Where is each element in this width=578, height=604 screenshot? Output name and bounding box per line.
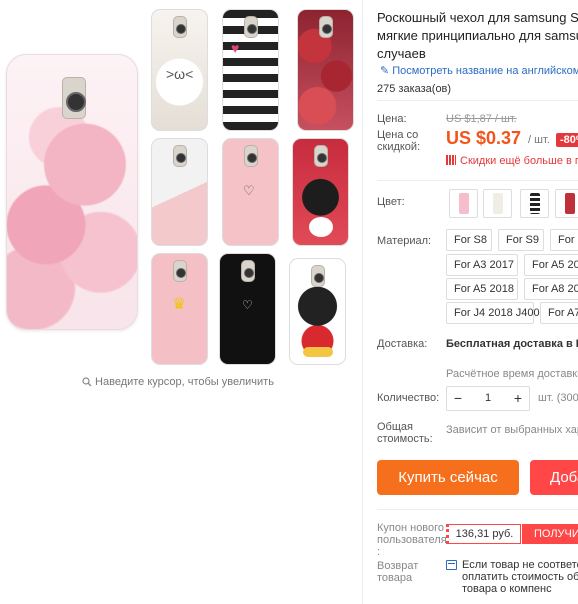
material-option[interactable]: For A5 2018 xyxy=(446,278,518,300)
material-option[interactable]: For S xyxy=(550,229,578,251)
camera-module xyxy=(173,260,187,282)
material-option[interactable]: For A8 2018 xyxy=(524,278,578,300)
orders-count: 275 заказа(ов) xyxy=(377,83,452,95)
document-icon xyxy=(446,560,457,570)
discount-price-label-text: Цена со скидкой: xyxy=(377,129,421,153)
thumbnail-minnie[interactable] xyxy=(292,138,349,246)
promo-link-text: Скидки ещё больше в пр xyxy=(460,155,578,167)
camera-module xyxy=(244,145,258,167)
color-swatch-cat[interactable] xyxy=(483,189,512,218)
divider xyxy=(377,100,578,101)
material-option[interactable]: For S9 xyxy=(498,229,544,251)
thumbnail-marble-pink[interactable] xyxy=(151,138,208,246)
current-price: US $0.37 xyxy=(446,128,522,148)
shipping-time: Расчётное время доставки: 2 xyxy=(446,368,578,380)
total-value: Зависит от выбранных хара xyxy=(446,424,578,436)
get-coupon-button[interactable]: ПОЛУЧИ xyxy=(522,524,578,544)
increase-button[interactable]: + xyxy=(507,387,529,410)
add-to-cart-button[interactable]: Доба xyxy=(530,460,578,495)
material-option[interactable]: For A7 xyxy=(540,302,578,324)
divider xyxy=(377,180,578,181)
return-text-line: товара о компенс xyxy=(462,583,552,595)
thumbnail-roses[interactable] xyxy=(297,9,354,131)
camera-module xyxy=(314,145,328,167)
color-swatch-roses[interactable] xyxy=(555,189,578,218)
camera-module xyxy=(62,77,86,119)
search-icon xyxy=(82,377,92,387)
color-swatch-stripes[interactable] xyxy=(520,189,549,218)
qr-code-icon xyxy=(446,155,456,165)
thumbnail-pink-crown[interactable] xyxy=(151,253,208,365)
camera-module xyxy=(173,16,187,38)
camera-module xyxy=(311,265,325,287)
thumbnail-black-heart[interactable] xyxy=(219,253,276,365)
material-option[interactable]: For A5 2017 xyxy=(524,254,578,276)
stock-info: шт. (300 ш xyxy=(538,392,578,404)
return-text-line: оплатить стоимость обрат xyxy=(462,571,578,583)
shipping-label: Доставка: xyxy=(377,338,428,350)
divider xyxy=(377,509,578,510)
shipping-value[interactable]: Бесплатная доставка в Rus xyxy=(446,338,578,350)
camera-module xyxy=(319,16,333,38)
coupon-label-text: Купон нового пользователя : xyxy=(377,522,447,558)
translate-icon: ✎ xyxy=(380,65,390,77)
camera-module xyxy=(173,145,187,167)
material-label: Материал: xyxy=(377,235,432,247)
decrease-button[interactable]: − xyxy=(447,387,469,410)
price-unit: / шт. xyxy=(528,134,550,146)
product-title: Роскошный чехол для samsung S7 мягкие пр… xyxy=(377,10,578,61)
material-option[interactable]: For J4 2018 J400 xyxy=(446,302,540,324)
old-price: US $1,87 / шт. xyxy=(446,113,517,125)
return-text: Если товар не соответств оплатить стоимо… xyxy=(462,559,578,595)
price-label: Цена: xyxy=(377,113,407,125)
translate-link-text: Посмотреть название на английском xyxy=(392,65,578,77)
column-divider xyxy=(362,0,363,604)
material-option[interactable]: For A3 2017 xyxy=(446,254,518,276)
main-product-image[interactable] xyxy=(6,54,138,330)
total-label-text: Общая стоимость: xyxy=(377,421,433,445)
translate-link[interactable]: ✎ Посмотреть название на английском xyxy=(380,64,578,77)
coupon-amount: 136,31 руб. xyxy=(446,524,521,544)
promo-link[interactable]: Скидки ещё больше в пр xyxy=(446,155,578,167)
color-swatch-pink[interactable] xyxy=(449,189,478,218)
coupon-label: Купон нового пользователя : xyxy=(377,522,447,558)
zoom-hint-text: Наведите курсор, чтобы увеличить xyxy=(95,376,274,388)
buy-now-button[interactable]: Купить сейчас xyxy=(377,460,519,495)
return-label: Возврат товара xyxy=(377,560,427,584)
return-text-line: Если товар не соответств xyxy=(462,559,578,571)
total-label: Общая стоимость: xyxy=(377,421,433,445)
discount-price-label: Цена со скидкой: xyxy=(377,129,433,153)
quantity-input[interactable]: 1 xyxy=(469,387,507,410)
thumbnail-mickey[interactable] xyxy=(289,258,346,365)
camera-module xyxy=(241,260,255,282)
zoom-hint: Наведите курсор, чтобы увеличить xyxy=(0,376,356,388)
thumbnail-pink-heart[interactable] xyxy=(222,138,279,246)
color-label: Цвет: xyxy=(377,196,405,208)
quantity-label: Количество: xyxy=(377,392,440,404)
thumbnail-stripes[interactable] xyxy=(222,9,279,131)
quantity-stepper: − 1 + xyxy=(446,386,530,411)
thumbnail-cat[interactable] xyxy=(151,9,208,131)
material-option[interactable]: For S8 xyxy=(446,229,492,251)
return-label-text: Возврат товара xyxy=(377,560,419,584)
camera-module xyxy=(244,16,258,38)
discount-badge: -80% xyxy=(556,133,578,147)
